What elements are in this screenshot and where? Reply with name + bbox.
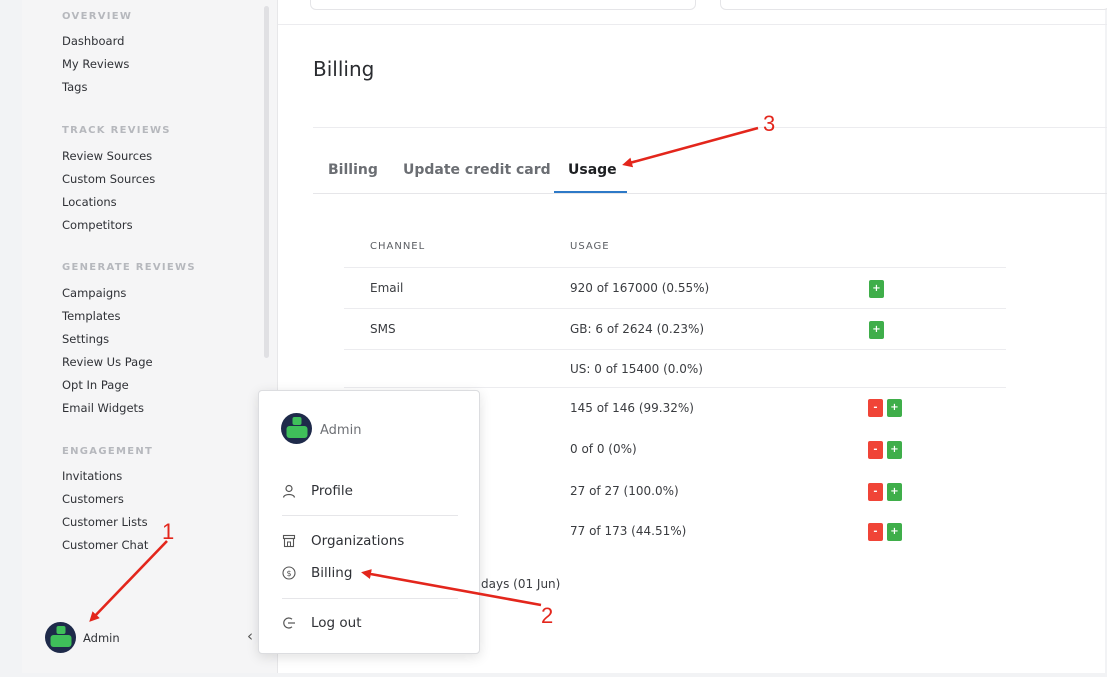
table-cell-usage: GB: 6 of 2624 (0.23%) [570, 322, 705, 336]
page-title: Billing [313, 57, 375, 81]
table-cell-usage: 0 of 0 (0%) [570, 442, 637, 456]
avatar-figure-head [56, 626, 65, 634]
tabs-divider [313, 193, 1107, 194]
decrease-button[interactable]: - [868, 399, 883, 417]
add-sms-credits-button[interactable]: + [869, 321, 884, 339]
sidebar [22, 0, 278, 673]
menu-divider [282, 515, 458, 516]
menu-divider [282, 598, 458, 599]
table-cell-channel: Email [370, 281, 404, 295]
nav-section-overview: OVERVIEW [62, 11, 133, 22]
menu-item-billing[interactable]: Billing [311, 565, 352, 581]
add-email-credits-button[interactable]: + [869, 280, 884, 298]
row-divider [344, 308, 1006, 309]
sidebar-item-review-us-page[interactable]: Review Us Page [62, 355, 153, 369]
sidebar-item-dashboard[interactable]: Dashboard [62, 34, 124, 48]
store-icon [282, 534, 296, 548]
nav-section-engagement: ENGAGEMENT [62, 446, 154, 457]
table-cell-usage: 920 of 167000 (0.55%) [570, 281, 710, 295]
table-cell-usage: 27 of 27 (100.0%) [570, 484, 679, 498]
renewal-info-text: days (01 Jun) [481, 577, 561, 591]
sidebar-item-tags[interactable]: Tags [62, 80, 87, 94]
avatar-figure-body [286, 426, 307, 438]
avatar-figure-body [50, 635, 71, 647]
decrease-button[interactable]: - [868, 441, 883, 459]
sidebar-item-templates[interactable]: Templates [62, 309, 120, 323]
menu-item-profile[interactable]: Profile [311, 483, 353, 499]
sidebar-item-invitations[interactable]: Invitations [62, 469, 122, 483]
row-divider [344, 349, 1006, 350]
table-cell-channel: SMS [370, 322, 396, 336]
chevron-left-icon[interactable]: ‹ [247, 627, 253, 645]
column-header-channel: CHANNEL [370, 241, 426, 252]
sidebar-user-name[interactable]: Admin [83, 631, 120, 645]
row-divider [344, 387, 1006, 388]
tab-billing[interactable]: Billing [328, 162, 378, 178]
table-cell-usage: US: 0 of 15400 (0.0%) [570, 362, 703, 376]
svg-text:$: $ [286, 569, 291, 578]
sidebar-item-campaigns[interactable]: Campaigns [62, 286, 126, 300]
sidebar-avatar[interactable] [45, 622, 76, 653]
sidebar-scrollbar[interactable] [264, 6, 269, 358]
user-menu: Admin Profile Organizations $ Billing Lo… [258, 390, 480, 654]
increase-button[interactable]: + [887, 523, 902, 541]
row-divider [344, 267, 1006, 268]
annotation-number-1: 1 [162, 519, 175, 544]
increase-button[interactable]: + [887, 399, 902, 417]
sidebar-item-customers[interactable]: Customers [62, 492, 124, 506]
sidebar-item-custom-sources[interactable]: Custom Sources [62, 172, 155, 186]
sidebar-item-locations[interactable]: Locations [62, 195, 117, 209]
nav-section-generate-reviews: GENERATE REVIEWS [62, 262, 196, 273]
sidebar-item-review-sources[interactable]: Review Sources [62, 149, 152, 163]
top-card-right [720, 0, 1107, 10]
avatar-figure-head [292, 417, 301, 425]
user-icon [282, 484, 296, 498]
sidebar-item-settings[interactable]: Settings [62, 332, 109, 346]
title-divider [313, 127, 1107, 128]
logout-icon [283, 617, 295, 629]
nav-section-track-reviews: TRACK REVIEWS [62, 125, 171, 136]
column-header-usage: USAGE [570, 241, 610, 252]
top-card-left [310, 0, 696, 10]
menu-item-organizations[interactable]: Organizations [311, 533, 404, 549]
menu-user-name: Admin [320, 423, 362, 438]
annotation-number-2: 2 [541, 603, 554, 628]
sidebar-item-competitors[interactable]: Competitors [62, 218, 133, 232]
increase-button[interactable]: + [887, 441, 902, 459]
header-divider [278, 24, 1107, 25]
sidebar-item-my-reviews[interactable]: My Reviews [62, 57, 129, 71]
sidebar-item-opt-in-page[interactable]: Opt In Page [62, 378, 129, 392]
table-cell-usage: 77 of 173 (44.51%) [570, 524, 687, 538]
menu-avatar [281, 413, 312, 444]
decrease-button[interactable]: - [868, 483, 883, 501]
sidebar-item-customer-lists[interactable]: Customer Lists [62, 515, 148, 529]
sidebar-item-email-widgets[interactable]: Email Widgets [62, 401, 144, 415]
decrease-button[interactable]: - [868, 523, 883, 541]
menu-item-log-out[interactable]: Log out [311, 615, 362, 631]
sidebar-item-customer-chat[interactable]: Customer Chat [62, 538, 148, 552]
annotation-number-3: 3 [763, 111, 776, 136]
tab-usage[interactable]: Usage [568, 162, 617, 178]
dollar-circle-icon: $ [282, 566, 296, 580]
tab-update-credit-card[interactable]: Update credit card [403, 162, 551, 178]
table-cell-usage: 145 of 146 (99.32%) [570, 401, 694, 415]
increase-button[interactable]: + [887, 483, 902, 501]
